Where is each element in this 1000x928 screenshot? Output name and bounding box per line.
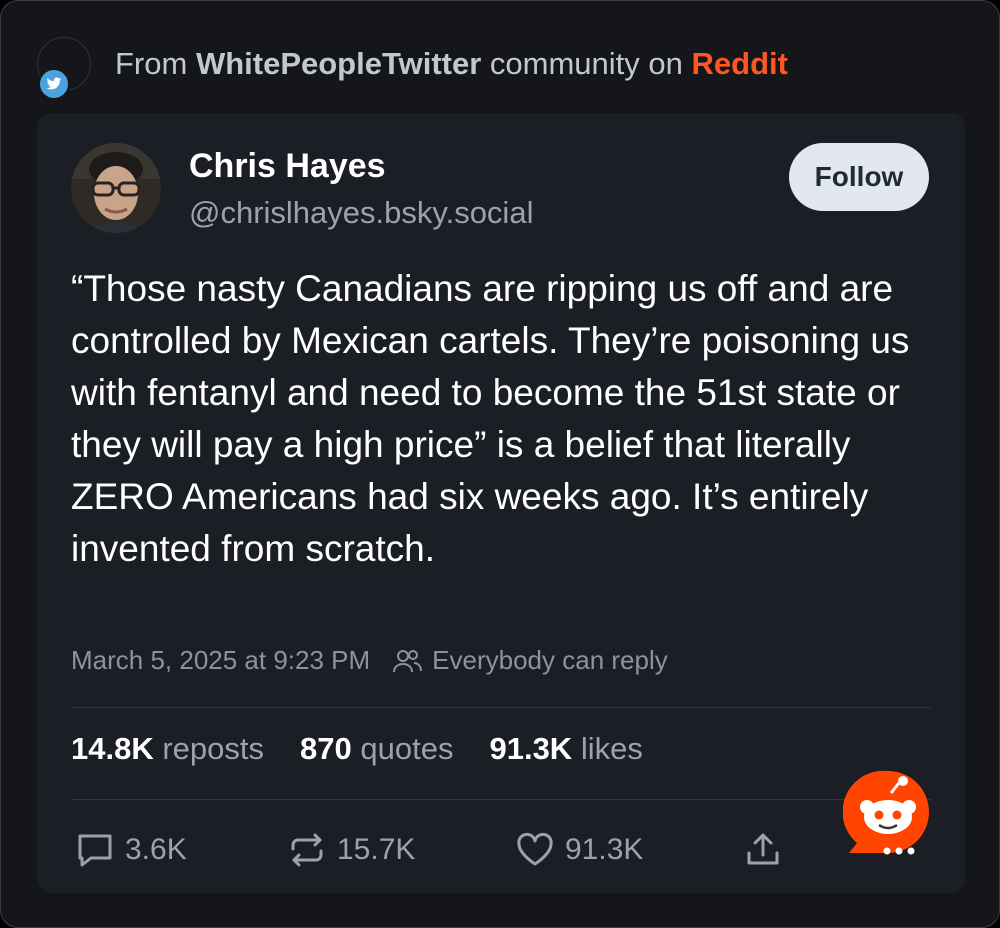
likes-stat[interactable]: 91.3K likes [489, 731, 642, 767]
repost-arrows-icon [291, 833, 323, 867]
quotes-count: 870 [300, 731, 352, 766]
post-timestamp[interactable]: March 5, 2025 at 9:23 PM [71, 645, 370, 676]
share-button[interactable] [743, 831, 793, 869]
like-count: 91.3K [565, 833, 644, 866]
post-card: Chris Hayes @chrislhayes.bsky.social Fol… [37, 113, 965, 893]
repost-button[interactable]: 15.7K [287, 831, 415, 869]
author-name[interactable]: Chris Hayes [189, 147, 386, 186]
reposts-count: 14.8K [71, 731, 154, 766]
share-upload-icon [747, 833, 779, 865]
reply-setting: Everybody can reply [432, 645, 668, 675]
reply-bubble-icon [78, 834, 112, 867]
source-middle: community on [489, 46, 683, 81]
author-handle[interactable]: @chrislhayes.bsky.social [189, 195, 533, 231]
community-avatar[interactable] [37, 37, 91, 100]
source-line: From WhitePeopleTwitter community on Red… [115, 46, 788, 82]
quotes-stat[interactable]: 870 quotes [300, 731, 453, 767]
action-bar: 3.6K 15.7K 91.3K [71, 831, 931, 875]
embed-frame: From WhitePeopleTwitter community on Red… [0, 0, 1000, 928]
reply-count: 3.6K [125, 833, 187, 866]
post-meta: March 5, 2025 at 9:23 PM Everybody can r… [71, 645, 668, 676]
twitter-bird-icon [38, 68, 70, 100]
reply-button[interactable]: 3.6K [75, 831, 187, 869]
avatar[interactable] [71, 143, 161, 233]
divider [71, 707, 931, 708]
people-icon [392, 648, 423, 674]
source-prefix: From [115, 46, 188, 81]
likes-count: 91.3K [489, 731, 573, 766]
post-text: “Those nasty Canadians are ripping us of… [71, 268, 910, 569]
divider [71, 799, 931, 800]
reddit-snoo-icon[interactable] [842, 767, 933, 857]
repost-count: 15.7K [337, 833, 416, 866]
reposts-label: reposts [162, 731, 265, 766]
like-button[interactable]: 91.3K [515, 831, 643, 869]
heart-icon [517, 832, 553, 866]
community-link[interactable]: WhitePeopleTwitter [196, 46, 481, 81]
quotes-label: quotes [360, 731, 454, 766]
source-bar: From WhitePeopleTwitter community on Red… [37, 37, 788, 100]
reddit-link[interactable]: Reddit [692, 46, 788, 81]
reposts-stat[interactable]: 14.8K reposts [71, 731, 264, 767]
engagement-stats: 14.8K reposts 870 quotes 91.3K likes [71, 731, 679, 767]
likes-label: likes [580, 731, 643, 766]
follow-button[interactable]: Follow [789, 143, 929, 211]
